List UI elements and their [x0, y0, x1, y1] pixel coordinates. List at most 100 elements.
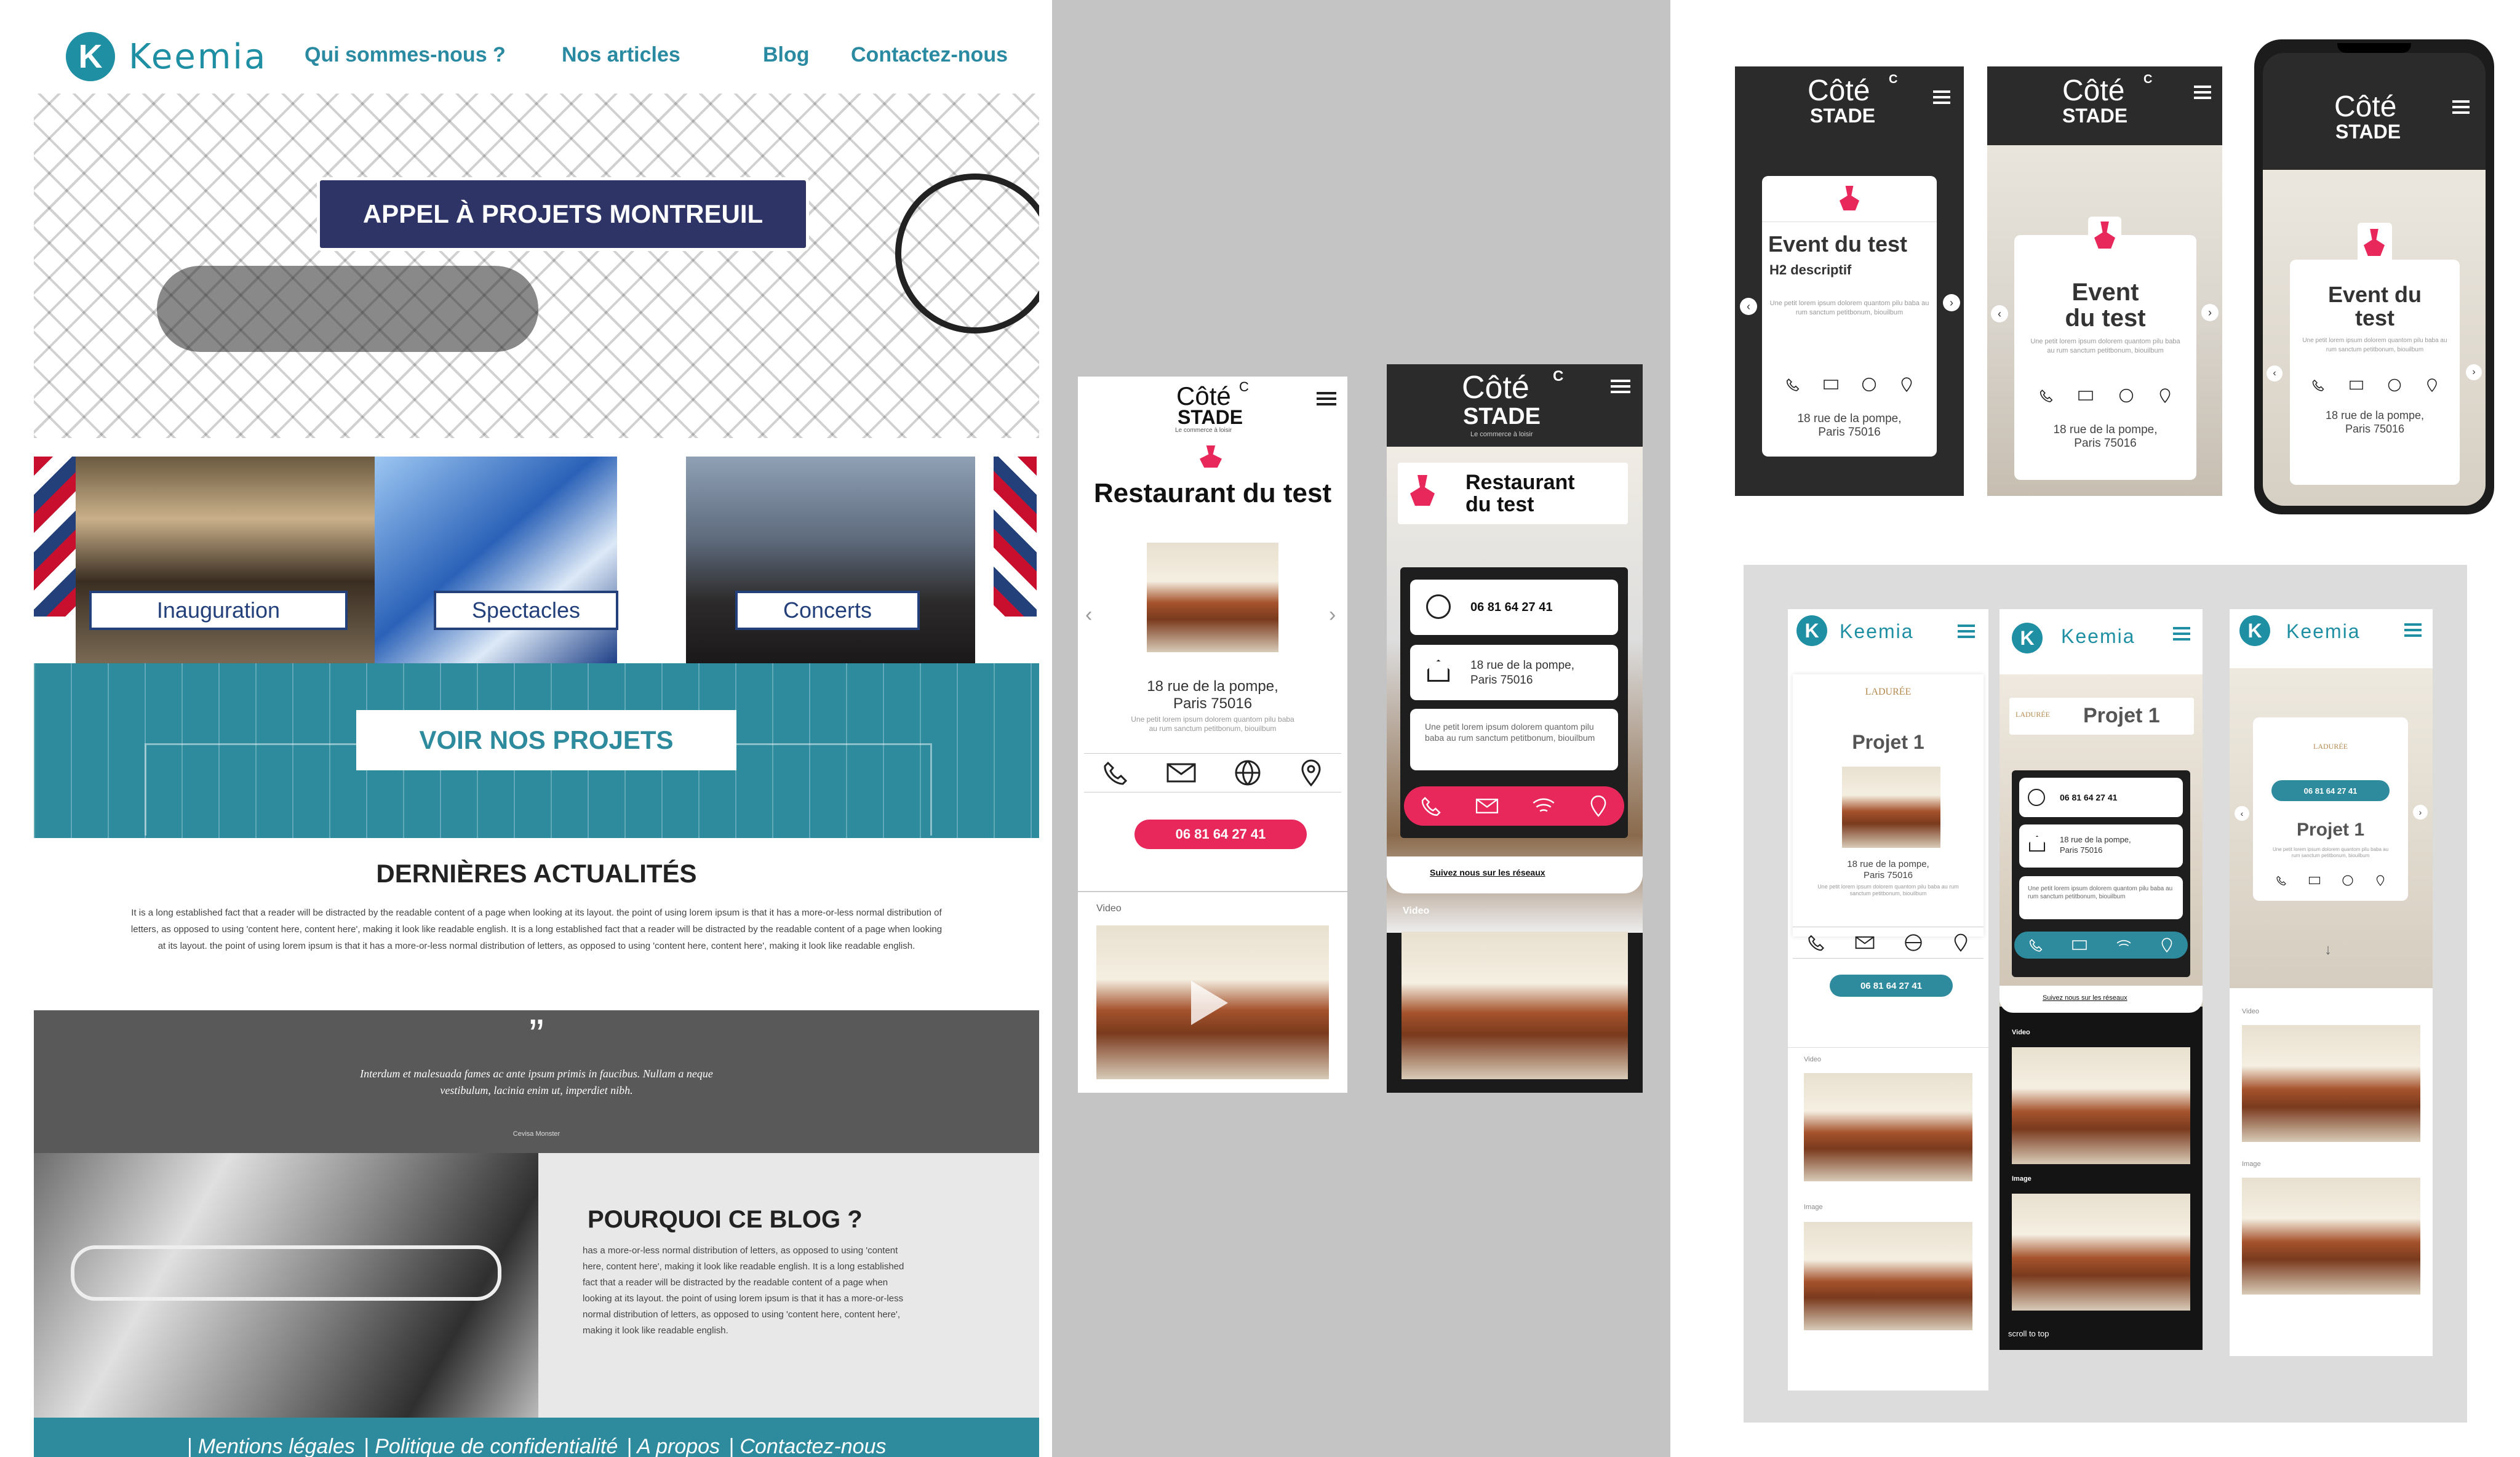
menu-icon[interactable]	[2452, 97, 2470, 117]
mail-icon[interactable]	[2071, 938, 2087, 952]
footer-mentions-legales[interactable]: | Mentions légales	[186, 1435, 354, 1457]
video-thumbnail[interactable]	[1096, 925, 1329, 1079]
menu-icon[interactable]	[2194, 82, 2211, 102]
site-logo[interactable]: K Keemia	[66, 32, 267, 81]
category-image-spectacles[interactable]	[375, 457, 617, 665]
image-thumbnail[interactable]	[1804, 1222, 1972, 1330]
video-thumbnail[interactable]	[1804, 1073, 1972, 1181]
call-button[interactable]: 06 81 64 27 41	[1134, 820, 1307, 849]
phone-icon[interactable]	[1807, 933, 1825, 952]
call-button[interactable]: 06 81 64 27 41	[2271, 780, 2390, 801]
phone-icon[interactable]	[2311, 378, 2325, 392]
networks-link[interactable]: Suivez nous sur les réseaux	[2043, 994, 2127, 1002]
globe-icon[interactable]	[1904, 933, 1923, 952]
category-label-concerts[interactable]: Concerts	[735, 591, 920, 630]
image-label: Image	[1804, 1204, 1823, 1211]
menu-icon[interactable]	[1317, 389, 1336, 409]
mail-icon[interactable]	[1823, 377, 1839, 392]
address-card[interactable]: 18 rue de la pompe, Paris 75016	[2019, 824, 2183, 868]
mascot-icon	[1200, 445, 1222, 468]
prev-arrow-icon[interactable]: ‹	[1740, 298, 1757, 315]
menu-icon[interactable]	[1933, 87, 1950, 107]
category-image-concerts[interactable]	[686, 457, 975, 665]
globe-icon[interactable]	[1233, 758, 1262, 788]
globe-icon[interactable]	[2118, 388, 2134, 404]
prev-arrow-icon[interactable]: ‹	[1085, 603, 1092, 627]
nav-nos-articles[interactable]: Nos articles	[562, 43, 680, 67]
keemia-logo-icon[interactable]: K	[2239, 615, 2270, 646]
image-thumbnail[interactable]	[2242, 1178, 2420, 1295]
menu-icon[interactable]	[1611, 377, 1630, 396]
phone-icon[interactable]	[2039, 388, 2054, 403]
location-icon[interactable]	[1952, 933, 1969, 952]
networks-link[interactable]: Suivez nous sur les réseaux	[1430, 868, 1545, 877]
address-line-1: 18 rue de la pompe,	[1847, 859, 1929, 869]
keemia-logo-icon[interactable]: K	[1796, 615, 1827, 646]
scroll-top-link[interactable]: scroll to top	[2008, 1329, 2049, 1338]
globe-icon[interactable]	[2342, 874, 2354, 887]
address-card[interactable]: 18 rue de la pompe, Paris 75016	[1410, 645, 1618, 700]
prev-arrow-icon[interactable]: ‹	[2267, 365, 2283, 381]
category-image-inauguration[interactable]	[76, 457, 375, 665]
video-thumbnail[interactable]	[1402, 932, 1628, 1079]
image-label: Image	[2242, 1160, 2261, 1168]
location-icon[interactable]	[1900, 377, 1913, 393]
mail-icon[interactable]	[2308, 875, 2321, 886]
next-arrow-icon[interactable]: ›	[1943, 294, 1960, 311]
location-icon[interactable]	[1299, 758, 1323, 788]
next-arrow-icon[interactable]: ›	[2201, 304, 2219, 321]
wifi-icon[interactable]	[2116, 938, 2132, 952]
keemia-logo-icon[interactable]: K	[2012, 623, 2043, 653]
phone-icon[interactable]	[2028, 938, 2043, 952]
video-label: Video	[2012, 1029, 2030, 1036]
phone-icon[interactable]	[1420, 795, 1442, 817]
call-button[interactable]: 06 81 64 27 41	[1830, 975, 1953, 997]
mail-icon[interactable]	[2078, 388, 2094, 403]
scroll-down-icon[interactable]: ↓	[2324, 941, 2332, 959]
play-icon[interactable]	[1191, 981, 1228, 1025]
restaurant-photo	[1147, 543, 1278, 652]
menu-icon[interactable]	[1958, 621, 1975, 641]
globe-icon[interactable]	[1861, 377, 1877, 393]
phone-icon[interactable]	[1785, 377, 1800, 392]
menu-icon[interactable]	[2404, 620, 2422, 640]
prev-arrow-icon[interactable]: ‹	[1991, 305, 2008, 322]
nav-qui-sommes-nous[interactable]: Qui sommes-nous ?	[305, 43, 506, 67]
image-thumbnail[interactable]	[2012, 1194, 2190, 1311]
phone-icon[interactable]	[1102, 759, 1129, 786]
video-thumbnail[interactable]	[2012, 1047, 2190, 1164]
category-label-spectacles[interactable]: Spectacles	[434, 591, 618, 630]
next-arrow-icon[interactable]: ›	[1329, 603, 1336, 627]
nav-contactez-nous[interactable]: Contactez-nous	[851, 43, 1008, 67]
hero-cta-button[interactable]: APPEL À PROJETS MONTREUIL	[317, 177, 809, 251]
footer-a-propos[interactable]: | A propos	[626, 1435, 720, 1457]
description-card: Une petit lorem ipsum dolorem quantom pi…	[1410, 709, 1618, 770]
category-label-inauguration[interactable]: Inauguration	[89, 591, 348, 630]
video-thumbnail[interactable]	[2242, 1025, 2420, 1142]
phone-card[interactable]: 06 81 64 27 41	[2019, 778, 2183, 817]
location-icon[interactable]	[1589, 794, 1608, 818]
location-icon[interactable]	[2160, 937, 2174, 953]
menu-icon[interactable]	[2173, 624, 2190, 644]
globe-icon[interactable]	[2387, 378, 2402, 393]
wifi-icon[interactable]	[1531, 795, 1556, 817]
mail-icon[interactable]	[1854, 933, 1875, 952]
project-contact-icons	[2265, 871, 2396, 890]
mail-icon[interactable]	[2349, 378, 2364, 392]
footer-contact[interactable]: | Contactez-nous	[728, 1435, 886, 1457]
nav-blog[interactable]: Blog	[763, 43, 810, 67]
next-arrow-icon[interactable]: ›	[2413, 805, 2428, 820]
location-icon[interactable]	[2426, 378, 2438, 393]
footer-politique[interactable]: | Politique de confidentialité	[364, 1435, 618, 1457]
prev-arrow-icon[interactable]: ‹	[2235, 806, 2249, 821]
next-arrow-icon[interactable]: ›	[2466, 364, 2482, 380]
event-address: 18 rue de la pompe, Paris 75016	[2290, 409, 2460, 436]
phone-icon[interactable]	[2276, 875, 2287, 886]
location-icon[interactable]	[2375, 874, 2385, 887]
projects-button[interactable]: VOIR NOS PROJETS	[356, 710, 736, 770]
mail-icon[interactable]	[1165, 759, 1197, 786]
mail-icon[interactable]	[1475, 795, 1499, 817]
location-icon[interactable]	[2158, 388, 2172, 404]
logo-word: Keemia	[2286, 620, 2361, 642]
phone-card[interactable]: 06 81 64 27 41	[1410, 580, 1618, 635]
